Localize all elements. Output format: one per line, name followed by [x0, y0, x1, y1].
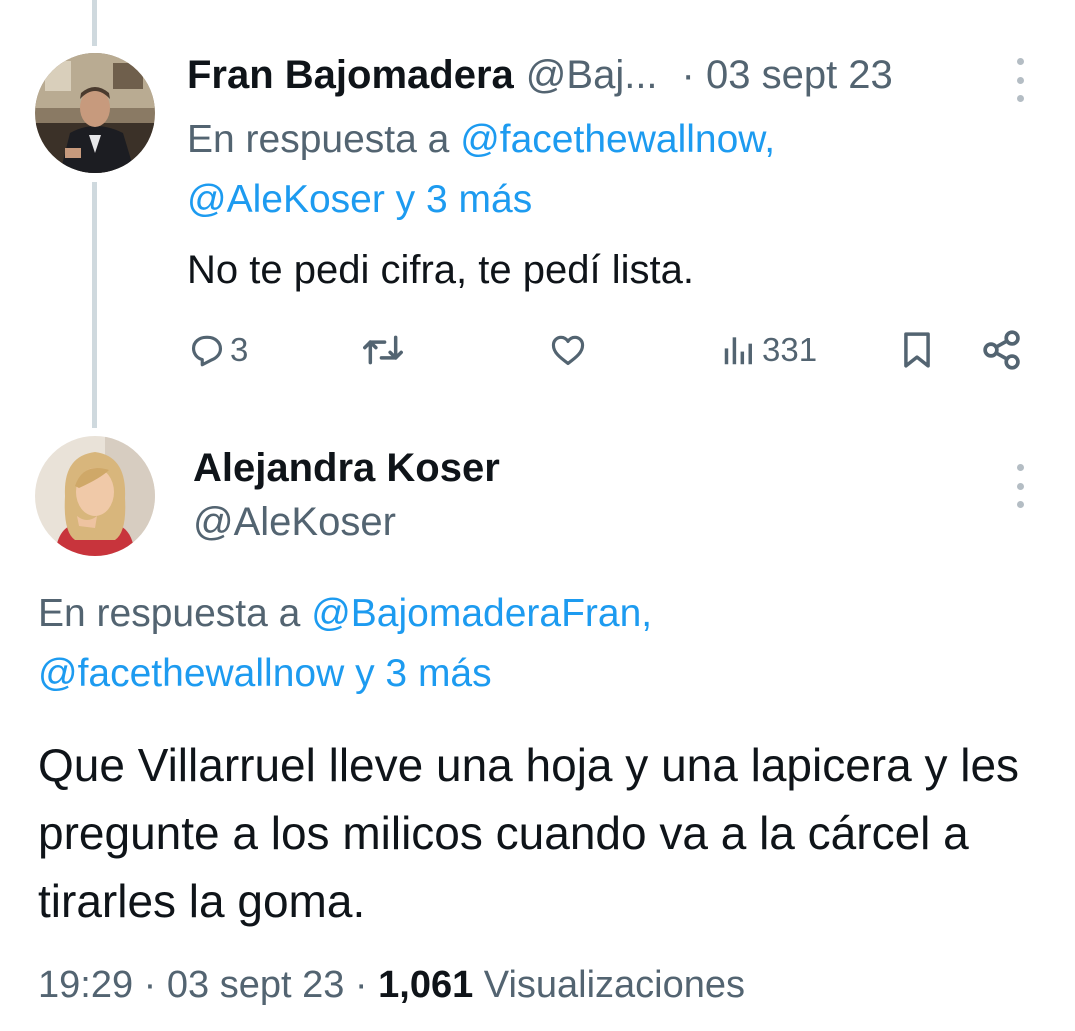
reply-context: En respuesta a @facethewallnow, @AleKose…: [187, 110, 1007, 230]
retweet-button[interactable]: [360, 322, 406, 378]
main-tweet-text: Que Villarruel lleve una hoja y una lapi…: [38, 739, 1020, 927]
main-tweet-time[interactable]: 19:29: [38, 964, 133, 1006]
views-button[interactable]: 331: [720, 322, 817, 378]
more-icon[interactable]: [1010, 58, 1030, 102]
main-author-handle[interactable]: @AleKoser: [193, 494, 396, 550]
reply-button[interactable]: 3: [188, 322, 248, 378]
main-tweet-meta: 19:29 · 03 sept 23 · 1,061 Visualizacion…: [38, 955, 745, 1015]
more-icon[interactable]: [1010, 464, 1030, 508]
reply-tweet-header: Fran Bajomadera @Baj... · 03 sept 23: [187, 50, 893, 100]
bookmark-button[interactable]: [898, 322, 936, 378]
reply-author-handle[interactable]: @Baj...: [526, 50, 658, 100]
main-tweet-date[interactable]: · 03 sept 23 ·: [144, 964, 368, 1006]
avatar-alejandra-koser[interactable]: [35, 436, 155, 556]
reply-context-prefix: En respuesta a: [187, 118, 450, 161]
main-author-name[interactable]: Alejandra Koser: [193, 440, 500, 496]
reply-icon: [191, 335, 223, 367]
like-icon: [551, 335, 585, 366]
reply-date[interactable]: · 03 sept 23: [682, 50, 893, 100]
retweet-icon: [363, 335, 403, 365]
main-views-label: Visualizaciones: [483, 964, 746, 1006]
main-reply-context: En respuesta a @BajomaderaFran, @facethe…: [38, 584, 938, 704]
share-button[interactable]: [980, 322, 1024, 378]
reply-context-mention[interactable]: @facethewallnow,: [460, 118, 775, 161]
reply-author-name[interactable]: Fran Bajomadera: [187, 50, 514, 100]
thread-connector: [92, 182, 97, 428]
like-button[interactable]: [549, 322, 587, 378]
views-icon: [724, 337, 752, 365]
reply-actions-bar: 3 331: [0, 322, 1075, 378]
reply-tweet-text: No te pedi cifra, te pedí lista.: [187, 248, 694, 292]
bookmark-icon: [904, 332, 930, 368]
main-views-count: 1,061: [378, 964, 474, 1006]
tweet-thread: Fran Bajomadera @Baj... · 03 sept 23 En …: [0, 0, 1075, 1031]
main-context-prefix: En respuesta a: [38, 592, 301, 635]
share-icon: [983, 330, 1020, 370]
reply-count: 3: [230, 331, 249, 368]
reply-context-mention-more[interactable]: @AleKoser y 3 más: [187, 178, 532, 221]
main-context-mention-more[interactable]: @facethewallnow y 3 más: [38, 652, 492, 695]
main-context-mention[interactable]: @BajomaderaFran,: [311, 592, 652, 635]
views-count: 331: [762, 331, 818, 368]
avatar-fran-bajomadera[interactable]: [35, 53, 155, 173]
thread-connector-top: [92, 0, 97, 46]
